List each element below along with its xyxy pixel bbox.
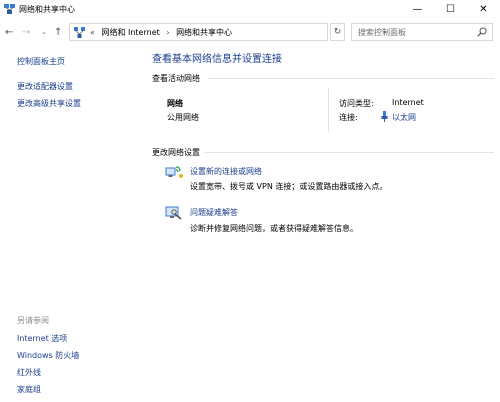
title-bar: 网络和共享中心 — ☐ ✕: [0, 0, 500, 19]
breadcrumb: « 网络和 Internet › 网络和共享中心: [90, 27, 236, 38]
close-button[interactable]: ✕: [467, 0, 500, 19]
see-also-internet-options[interactable]: Internet 选项: [17, 333, 67, 344]
search-box[interactable]: [351, 23, 493, 41]
section-divider: [208, 78, 494, 79]
window-title: 网络和共享中心: [19, 5, 75, 14]
change-settings-heading: 更改网络设置: [152, 148, 200, 157]
vertical-divider: [328, 88, 329, 132]
address-bar: ← → ⌄ ↑ « 网络和 Internet › 网络和共享中心 ⌄ ↻: [0, 21, 500, 44]
section-divider: [204, 152, 494, 153]
network-center-app-icon: [4, 4, 15, 14]
back-button[interactable]: ←: [5, 26, 13, 39]
search-icon: [477, 27, 487, 37]
access-type-value: Internet: [392, 98, 424, 107]
see-also-infrared[interactable]: 红外线: [17, 367, 41, 378]
refresh-button[interactable]: ↻: [330, 23, 345, 41]
maximize-button[interactable]: ☐: [434, 0, 467, 19]
access-type-label: 访问类型:: [339, 99, 374, 108]
sidebar-link-control-panel-home[interactable]: 控制面板主页: [17, 56, 65, 67]
network-profile-type[interactable]: 公用网络: [167, 112, 199, 123]
forward-button[interactable]: →: [22, 26, 30, 39]
breadcrumb-network-internet[interactable]: 网络和 Internet: [101, 28, 159, 37]
sidebar: 控制面板主页 更改适配器设置 更改高级共享设置 另请参阅 Internet 选项…: [0, 44, 148, 402]
up-button[interactable]: ↑: [54, 26, 62, 39]
page-title: 查看基本网络信息并设置连接: [152, 54, 282, 65]
sidebar-link-advanced-sharing[interactable]: 更改高级共享设置: [17, 98, 81, 109]
see-also-heading: 另请参阅: [17, 316, 49, 325]
address-field[interactable]: « 网络和 Internet › 网络和共享中心 ⌄: [69, 23, 388, 41]
breadcrumb-separator[interactable]: ›: [166, 28, 169, 37]
active-networks-heading: 查看活动网络: [152, 74, 200, 83]
ethernet-connection-link[interactable]: 以太网: [392, 112, 416, 123]
ethernet-icon: [381, 111, 388, 122]
troubleshoot-problems-link[interactable]: 问题疑难解答: [190, 207, 238, 218]
minimize-button[interactable]: —: [401, 0, 434, 19]
see-also-windows-firewall[interactable]: Windows 防火墙: [17, 350, 79, 361]
new-connection-icon: [165, 166, 183, 178]
network-location-icon: [74, 27, 85, 38]
breadcrumb-sharing-center[interactable]: 网络和共享中心: [176, 28, 232, 37]
troubleshoot-problems-description: 诊断并修复网络问题，或者获得疑难解答信息。: [190, 224, 358, 233]
connections-label: 连接:: [339, 113, 358, 122]
troubleshoot-icon: [165, 206, 182, 220]
recent-locations-button[interactable]: ⌄: [41, 26, 47, 39]
sidebar-link-adapter-settings[interactable]: 更改适配器设置: [17, 81, 73, 92]
setup-new-connection-description: 设置宽带、拨号或 VPN 连接；或设置路由器或接入点。: [190, 182, 388, 191]
search-input[interactable]: [358, 26, 470, 38]
network-name: 网络: [167, 99, 183, 108]
setup-new-connection-link[interactable]: 设置新的连接或网络: [190, 166, 262, 177]
breadcrumb-overflow[interactable]: «: [90, 28, 95, 37]
see-also-homegroup[interactable]: 家庭组: [17, 384, 41, 395]
